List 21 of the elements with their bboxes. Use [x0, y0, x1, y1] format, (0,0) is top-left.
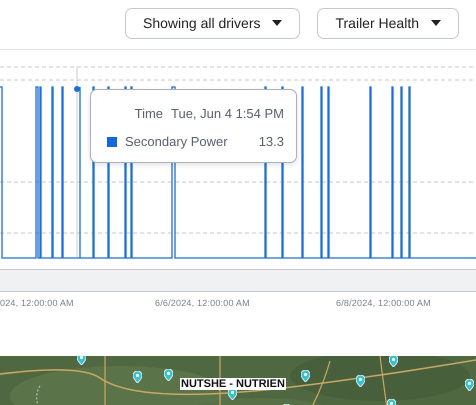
- tooltip-time: Tue, Jun 4 1:54 PM: [171, 106, 284, 121]
- filter-dropdown[interactable]: Trailer Health: [317, 8, 459, 38]
- map-pin-icon[interactable]: [301, 370, 310, 382]
- axis-label: 024, 12:00:00 AM: [0, 298, 74, 308]
- tooltip-label: Time: [134, 106, 164, 121]
- axis-label: 6/8/2024, 12:00:00 AM: [336, 298, 431, 308]
- map-pin-icon[interactable]: [356, 375, 365, 387]
- caret-icon: [431, 20, 441, 26]
- series-name: Secondary Power: [125, 134, 228, 149]
- series-value: 13.3: [258, 134, 284, 149]
- map-pin-icon[interactable]: [465, 379, 474, 391]
- map-pin-icon[interactable]: [228, 388, 237, 400]
- map-pin-icon[interactable]: [389, 356, 398, 367]
- axis-label: 6/6/2024, 12:00:00 AM: [155, 298, 250, 308]
- filter-dropdown[interactable]: Showing all drivers: [124, 8, 300, 38]
- legend-swatch-icon: [107, 136, 117, 146]
- map-label: NUTSHE - NUTRIEN: [180, 378, 286, 390]
- map-pin-icon[interactable]: [164, 369, 173, 381]
- map-pin-icon[interactable]: [133, 371, 142, 383]
- caret-icon: [272, 20, 282, 26]
- map-pin-icon[interactable]: [77, 356, 86, 365]
